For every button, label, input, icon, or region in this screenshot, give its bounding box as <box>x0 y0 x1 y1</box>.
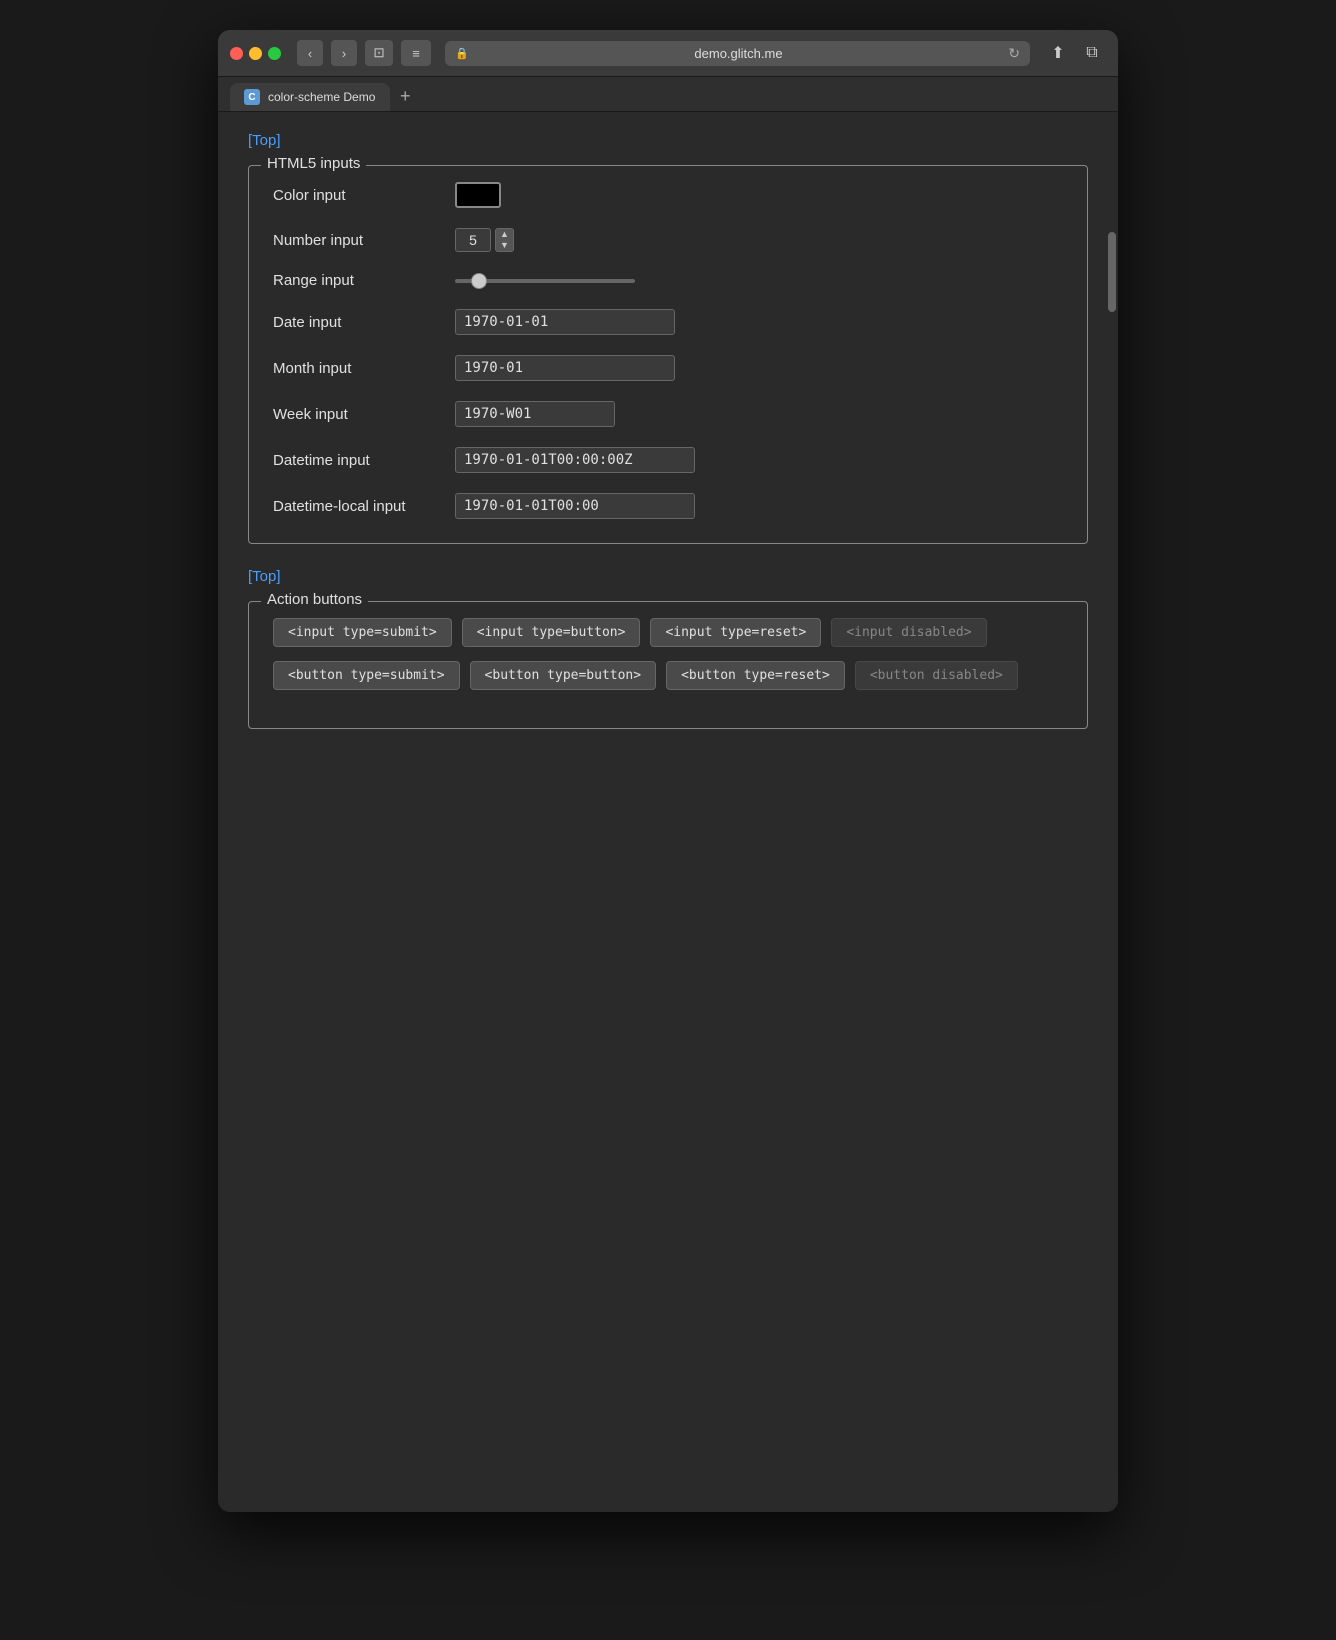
minimize-button[interactable] <box>249 47 262 60</box>
number-input[interactable] <box>455 228 491 252</box>
date-input-row: Date input <box>273 309 1063 335</box>
spinner-up[interactable]: ▲ <box>496 229 513 240</box>
tab-title: color-scheme Demo <box>268 90 376 104</box>
scrollbar-thumb[interactable] <box>1108 232 1116 312</box>
top-link-2[interactable]: [Top] <box>248 568 281 585</box>
spinner-down[interactable]: ▼ <box>496 240 513 251</box>
new-tab-button[interactable]: + <box>396 86 415 107</box>
address-bar[interactable]: 🔒 demo.glitch.me ↻ <box>445 41 1030 66</box>
tab-favicon: C <box>244 89 260 105</box>
lock-icon: 🔒 <box>455 47 469 60</box>
button-submit-button[interactable]: <button type=submit> <box>273 661 460 690</box>
datetime-local-input-label: Datetime-local input <box>273 498 443 515</box>
range-input[interactable] <box>455 279 635 283</box>
html5-inputs-section: HTML5 inputs Color input Number input ▲ … <box>248 165 1088 544</box>
title-bar: ‹ › ⊡ ≡ 🔒 demo.glitch.me ↻ ⬆ ⧉ <box>218 30 1118 77</box>
back-button[interactable]: ‹ <box>297 40 323 66</box>
datetime-input-row: Datetime input <box>273 447 1063 473</box>
new-window-button[interactable]: ⧉ <box>1078 40 1106 66</box>
datetime-input-label: Datetime input <box>273 452 443 469</box>
browser-body: [Top] HTML5 inputs Color input Number in… <box>218 112 1118 1512</box>
color-input[interactable] <box>455 182 501 208</box>
share-icon: ⬆ <box>1051 43 1064 63</box>
close-button[interactable] <box>230 47 243 60</box>
active-tab[interactable]: C color-scheme Demo <box>230 83 390 111</box>
new-window-icon: ⧉ <box>1086 44 1097 62</box>
sidebar-icon: ⊡ <box>373 45 384 61</box>
forward-button[interactable]: › <box>331 40 357 66</box>
input-disabled-button: <input disabled> <box>831 618 986 647</box>
menu-button[interactable]: ≡ <box>401 40 431 66</box>
button-button-button[interactable]: <button type=button> <box>470 661 657 690</box>
action-buttons-section: Action buttons <input type=submit> <inpu… <box>248 601 1088 729</box>
page-content: [Top] HTML5 inputs Color input Number in… <box>218 112 1118 1512</box>
button-reset-button[interactable]: <button type=reset> <box>666 661 845 690</box>
date-input-label: Date input <box>273 314 443 331</box>
menu-icon: ≡ <box>412 46 420 61</box>
button-buttons-group: <button type=submit> <button type=button… <box>273 661 1063 690</box>
color-input-label: Color input <box>273 187 443 204</box>
input-button-button[interactable]: <input type=button> <box>462 618 641 647</box>
color-input-row: Color input <box>273 182 1063 208</box>
number-input-row: Number input ▲ ▼ <box>273 228 1063 252</box>
number-input-label: Number input <box>273 232 443 249</box>
share-button[interactable]: ⬆ <box>1044 40 1072 66</box>
html5-legend: HTML5 inputs <box>261 155 366 172</box>
week-input-row: Week input <box>273 401 1063 427</box>
tab-bar: C color-scheme Demo + <box>218 77 1118 112</box>
action-buttons-legend: Action buttons <box>261 591 368 608</box>
datetime-local-input[interactable] <box>455 493 695 519</box>
month-input-label: Month input <box>273 360 443 377</box>
button-disabled-button: <button disabled> <box>855 661 1018 690</box>
input-reset-button[interactable]: <input type=reset> <box>650 618 821 647</box>
date-input[interactable] <box>455 309 675 335</box>
toolbar-right: ⬆ ⧉ <box>1044 40 1106 66</box>
range-input-label: Range input <box>273 272 443 289</box>
datetime-input[interactable] <box>455 447 695 473</box>
number-input-wrapper: ▲ ▼ <box>455 228 514 252</box>
fullscreen-button[interactable] <box>268 47 281 60</box>
month-input[interactable] <box>455 355 675 381</box>
week-input[interactable] <box>455 401 615 427</box>
traffic-lights <box>230 47 281 60</box>
week-input-label: Week input <box>273 406 443 423</box>
range-input-row: Range input <box>273 272 1063 289</box>
number-spinner: ▲ ▼ <box>495 228 514 252</box>
top-link-1[interactable]: [Top] <box>248 132 281 149</box>
input-buttons-group: <input type=submit> <input type=button> … <box>273 618 1063 647</box>
sidebar-button[interactable]: ⊡ <box>365 40 393 66</box>
input-submit-button[interactable]: <input type=submit> <box>273 618 452 647</box>
reload-button[interactable]: ↻ <box>1008 45 1020 62</box>
scrollbar[interactable] <box>1106 112 1118 1512</box>
month-input-row: Month input <box>273 355 1063 381</box>
datetime-local-input-row: Datetime-local input <box>273 493 1063 519</box>
url-text: demo.glitch.me <box>475 46 1003 61</box>
